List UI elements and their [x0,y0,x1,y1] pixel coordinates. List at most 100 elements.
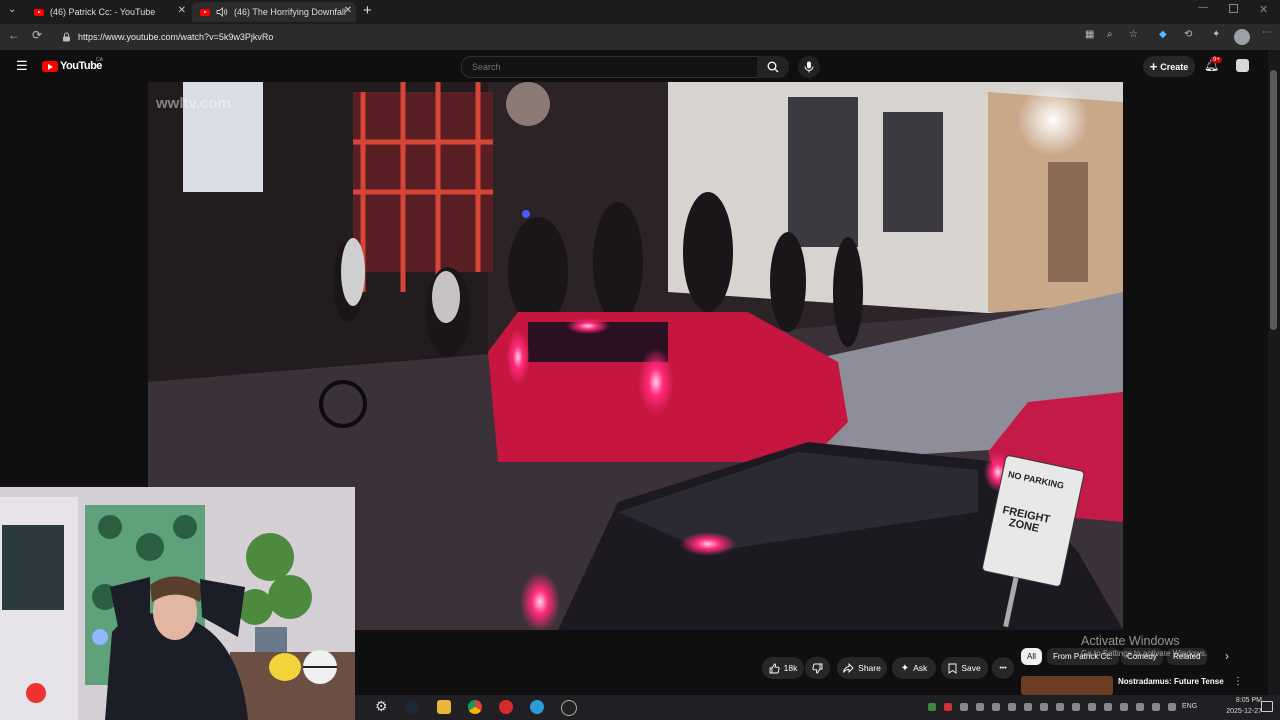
tab-horrifying-downfall[interactable]: (46) The Horrifying Downfall ✕ [192,2,356,22]
video-watermark: wwltv.com [156,95,231,112]
hamburger-menu-icon[interactable]: ☰ [16,58,28,74]
notification-center-icon[interactable] [1261,701,1273,712]
close-window-icon[interactable]: ✕ [1259,3,1268,16]
tray-icon[interactable] [1104,703,1112,711]
tray-icon[interactable] [1088,703,1096,711]
share-label: Share [858,663,881,673]
share-icon [843,663,854,673]
tray-icon[interactable] [1072,703,1080,711]
recommended-video-item[interactable]: Nostradamus: Future Tense ⋮ [1021,676,1251,695]
tray-icon[interactable] [944,703,952,711]
scrollbar-thumb[interactable] [1270,70,1277,330]
tab-close-icon[interactable]: ✕ [178,5,186,16]
speaker-icon[interactable] [216,7,228,17]
save-button[interactable]: Save [941,657,988,679]
address-bar-row: ← ⟳ https://www.youtube.com/watch?v=5k9w… [0,24,1280,50]
thumbs-up-icon [769,663,780,673]
bookmark-save-icon [948,663,957,674]
search-input[interactable] [470,61,744,73]
tab-close-icon[interactable]: ✕ [344,5,352,16]
edge-browser-icon[interactable] [530,700,544,714]
tray-icon[interactable] [1024,703,1032,711]
share-button[interactable]: Share [837,657,887,679]
tray-icon[interactable] [992,703,1000,711]
microphone-icon [804,61,814,73]
sync-icon[interactable]: ⟲ [1184,29,1192,40]
channel-avatar[interactable] [1236,59,1249,72]
thumbs-down-icon [812,663,823,673]
new-tab-button[interactable]: + [363,2,372,19]
file-explorer-icon[interactable] [437,700,451,714]
tray-icon[interactable] [1136,703,1144,711]
keyboard-language[interactable]: ENG [1182,703,1197,710]
steam-icon[interactable] [405,700,419,714]
obs-icon[interactable] [561,700,577,716]
url-text: https://www.youtube.com/watch?v=5k9w3Pjk… [78,32,274,42]
chip-all[interactable]: All [1021,648,1042,665]
ask-button[interactable]: ✦ Ask [892,657,936,679]
region-code: CA [96,57,103,63]
ask-label: Ask [913,663,928,673]
zoom-icon[interactable]: ⌕ [1107,29,1113,40]
restore-window-icon[interactable] [1229,4,1238,13]
extensions-puzzle-icon[interactable]: ✦ [1212,29,1220,40]
tray-icon[interactable] [960,703,968,711]
profile-avatar[interactable] [1234,29,1250,45]
back-arrow-icon[interactable]: ← [8,28,20,42]
tray-icon[interactable] [1008,703,1016,711]
like-button[interactable]: 18k [762,657,804,679]
youtube-header: ☰ YouTube CA + Create 🔔︎ 9+ [0,50,1280,82]
voice-search-button[interactable] [798,56,820,78]
tray-icon[interactable] [1040,703,1048,711]
tray-icon[interactable] [976,703,984,711]
tab-title: (46) Patrick Cc: - YouTube [50,7,156,17]
plus-icon: + [1149,59,1158,74]
settings-gear-icon[interactable]: ⚙ [375,698,388,715]
more-menu-icon[interactable]: ⋯ [1262,27,1272,38]
tab-patrick-cc[interactable]: (46) Patrick Cc: - YouTube ✕ [26,2,190,22]
page-scrollbar[interactable] [1268,50,1280,695]
os-taskbar: ⚙ ENG 8:05 PM 2025-12-27 [355,695,1280,720]
chrome-icon[interactable] [468,700,482,714]
recommended-thumbnail[interactable] [1021,676,1113,695]
clock-date[interactable]: 2025-12-27 [1203,708,1262,715]
tray-icon[interactable] [1152,703,1160,711]
tray-icon[interactable] [1056,703,1064,711]
clock-time[interactable]: 8:05 PM [1210,697,1262,704]
dislike-button[interactable] [805,657,830,679]
tab-title: (46) The Horrifying Downfall [234,7,346,17]
activate-windows-title: Activate Windows [1081,634,1180,648]
webcam-feed [0,487,355,720]
chevron-right-icon[interactable]: › [1225,649,1229,663]
favorite-star-icon[interactable]: ☆ [1129,29,1138,40]
more-actions-icon: ••• [999,664,1007,672]
reload-icon[interactable]: ⟳ [32,28,42,42]
save-label: Save [961,663,981,673]
webcam-overlay [0,487,355,720]
extension-icon[interactable]: ◆ [1159,29,1167,40]
activate-windows-subtitle: Go to Settings to activate Windows. [1081,649,1208,658]
app-red-icon[interactable] [499,700,513,714]
youtube-favicon-icon [200,8,210,16]
search-box[interactable] [461,56,758,78]
sparkle-icon: ✦ [900,662,910,674]
youtube-logo-play-icon [48,63,53,70]
activate-windows-watermark: Activate Windows Go to Settings to activ… [1081,634,1207,658]
minimize-window-icon[interactable]: — [1198,2,1208,13]
app-available-icon[interactable]: ▦ [1085,29,1094,40]
search-button[interactable] [757,56,789,78]
search-icon [767,61,779,73]
notification-badge: 9+ [1211,57,1222,63]
create-label: Create [1160,61,1189,72]
tab-list-chevron-icon[interactable]: ⌄ [8,4,16,15]
lock-icon[interactable] [62,32,71,42]
recommended-title[interactable]: Nostradamus: Future Tense [1118,677,1224,686]
browser-tab-bar: ⌄ (46) Patrick Cc: - YouTube ✕ (46) The … [0,0,1280,24]
tray-icon[interactable] [928,703,936,711]
tray-icon[interactable] [1120,703,1128,711]
create-button[interactable]: + Create [1143,56,1195,77]
recommended-menu-icon[interactable]: ⋮ [1233,676,1243,687]
tray-icon[interactable] [1168,703,1176,711]
youtube-favicon-icon [34,8,44,16]
more-actions-button[interactable]: ••• [992,657,1014,679]
